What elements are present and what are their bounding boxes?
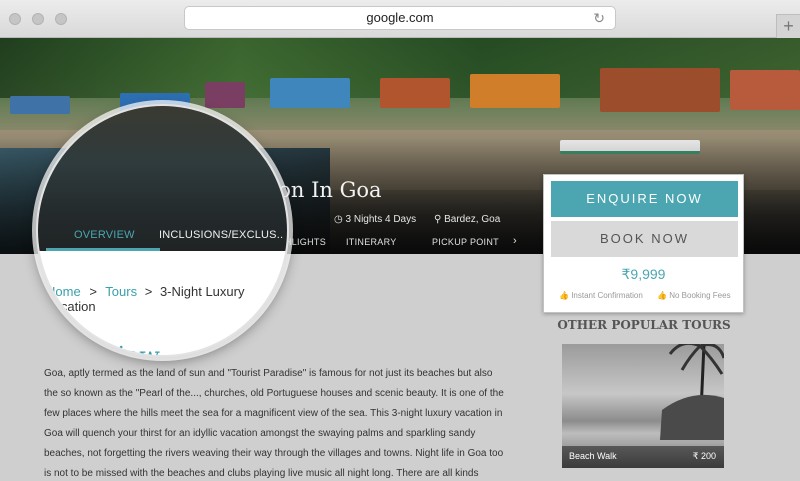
location-meta: ⚲ Bardez, Goa [434, 214, 501, 225]
thumbs-up-icon: 👍 [657, 291, 667, 300]
tab-overview[interactable]: OVERVIEW [74, 229, 135, 241]
beach-hut [205, 82, 245, 108]
overview-text: Goa, aptly termed as the land of sun and… [44, 368, 504, 479]
tab-inclusions[interactable]: INCLUSIONS/EXCLUS.. [159, 229, 283, 241]
beach-hut [470, 74, 560, 108]
url-text: google.com [366, 10, 434, 25]
tour-price: ₹9,999 [621, 266, 666, 282]
beach-hut [270, 78, 350, 108]
tour-caption-bar: Beach Walk ₹ 200 [562, 446, 724, 468]
breadcrumb-tours[interactable]: Tours [105, 284, 137, 299]
book-now-button[interactable]: BOOK NOW [551, 221, 738, 257]
beach-hut [600, 68, 720, 112]
zoom-window-button[interactable] [55, 13, 67, 25]
enquire-now-button[interactable]: ENQUIRE NOW [551, 181, 738, 217]
beach-hut [730, 70, 800, 110]
duration-meta: ◷ 3 Nights 4 Days [334, 214, 417, 225]
tab-itinerary[interactable]: ITINERARY [346, 237, 397, 247]
new-tab-button[interactable]: + [776, 14, 800, 38]
magnifier-lens: OVERVIEW INCLUSIONS/EXCLUS.. Home > Tour… [36, 104, 289, 357]
thumbs-up-icon: 👍 [559, 291, 569, 300]
instant-confirmation-label: Instant Confirmation [571, 291, 643, 300]
close-window-button[interactable] [9, 13, 21, 25]
active-tab-underline [46, 248, 160, 251]
booking-panel: ENQUIRE NOW BOOK NOW ₹9,999 👍 Instant Co… [543, 174, 744, 313]
instant-confirmation: 👍 Instant Confirmation [559, 291, 643, 300]
address-bar[interactable]: google.com ↻ [184, 6, 616, 30]
tab-pickup-point[interactable]: PICKUP POINT [432, 237, 499, 247]
browser-toolbar: google.com ↻ + [0, 0, 800, 38]
breadcrumb-home[interactable]: Home [46, 284, 81, 299]
no-booking-fees: 👍 No Booking Fees [657, 291, 731, 300]
popular-tours-heading: OTHER POPULAR TOURS [557, 318, 731, 332]
location-text: Bardez, Goa [444, 214, 501, 225]
beach-hut [380, 78, 450, 108]
minimize-window-button[interactable] [32, 13, 44, 25]
tour-name: Beach Walk [569, 451, 617, 461]
tour-card-price: ₹ 200 [692, 451, 716, 461]
reload-icon[interactable]: ↻ [593, 10, 605, 26]
overview-heading: Overview [45, 342, 160, 357]
chevron-right-icon[interactable]: › [513, 235, 517, 247]
breadcrumb-separator: > [144, 284, 153, 299]
no-booking-fees-label: No Booking Fees [669, 291, 731, 300]
breadcrumb-separator: > [89, 284, 97, 299]
duration-text: 3 Nights 4 Days [345, 214, 417, 225]
popular-tour-card[interactable]: Beach Walk ₹ 200 [562, 344, 724, 468]
breadcrumb: Home > Tours > 3-Night Luxury Vacation [46, 284, 287, 314]
